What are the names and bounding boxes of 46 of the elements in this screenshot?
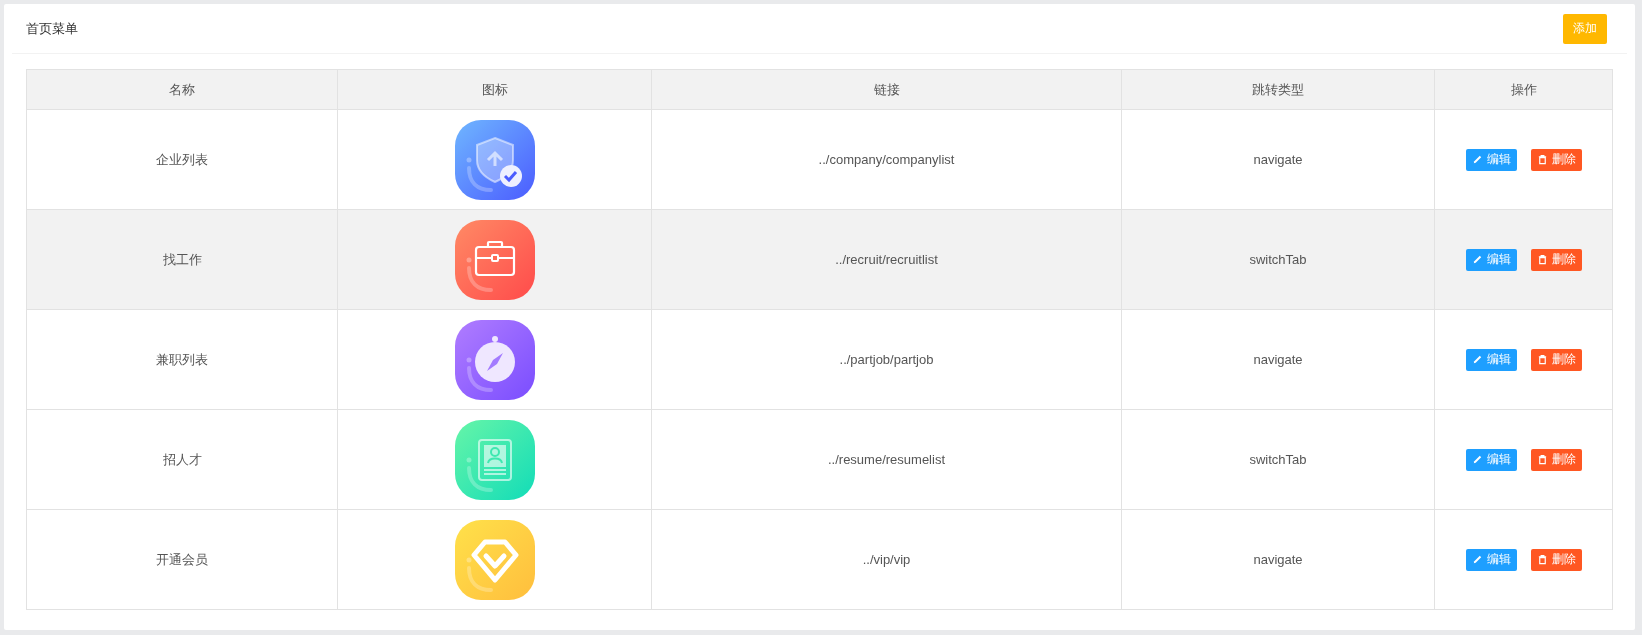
- link-cell: ../company/companylist: [651, 109, 1122, 210]
- type-cell: navigate: [1121, 109, 1435, 210]
- column-header: 操作: [1434, 69, 1613, 110]
- name-cell: 找工作: [26, 209, 338, 310]
- delete-button[interactable]: 删除: [1530, 448, 1582, 471]
- link-cell: ../vip/vip: [651, 509, 1122, 610]
- edit-button[interactable]: 编辑: [1465, 348, 1517, 371]
- trash-icon: [1536, 354, 1548, 365]
- column-header: 链接: [651, 69, 1122, 110]
- link-cell: ../resume/resumelist: [651, 409, 1122, 510]
- name-cell: 开通会员: [26, 509, 338, 610]
- edit-button[interactable]: 编辑: [1465, 448, 1517, 471]
- type-cell: navigate: [1121, 309, 1435, 410]
- delete-button[interactable]: 删除: [1530, 348, 1582, 371]
- column-header: 跳转类型: [1121, 69, 1435, 110]
- profile-card-icon: [454, 419, 535, 500]
- briefcase-icon: [454, 219, 535, 300]
- link-cell: ../partjob/partjob: [651, 309, 1122, 410]
- compass-icon: [454, 319, 535, 400]
- trash-icon: [1536, 254, 1548, 265]
- column-header: 图标: [337, 69, 652, 110]
- edit-button[interactable]: 编辑: [1465, 548, 1517, 571]
- delete-button[interactable]: 删除: [1530, 548, 1582, 571]
- column-header: 名称: [26, 69, 338, 110]
- type-cell: switchTab: [1121, 209, 1435, 310]
- panel-title: 首页菜单: [26, 19, 78, 38]
- type-cell: switchTab: [1121, 409, 1435, 510]
- pencil-icon: [1471, 554, 1483, 565]
- delete-button[interactable]: 删除: [1530, 248, 1582, 271]
- name-cell: 企业列表: [26, 109, 338, 210]
- trash-icon: [1536, 454, 1548, 465]
- name-cell: 兼职列表: [26, 309, 338, 410]
- trash-icon: [1536, 554, 1548, 565]
- add-button[interactable]: 添加: [1563, 13, 1607, 44]
- edit-button[interactable]: 编辑: [1465, 148, 1517, 171]
- trash-icon: [1536, 154, 1548, 165]
- edit-button[interactable]: 编辑: [1465, 248, 1517, 271]
- link-cell: ../recruit/recruitlist: [651, 209, 1122, 310]
- pencil-icon: [1471, 254, 1483, 265]
- pencil-icon: [1471, 454, 1483, 465]
- pencil-icon: [1471, 354, 1483, 365]
- pencil-icon: [1471, 154, 1483, 165]
- name-cell: 招人才: [26, 409, 338, 510]
- delete-button[interactable]: 删除: [1530, 148, 1582, 171]
- type-cell: navigate: [1121, 509, 1435, 610]
- shield-icon: [454, 119, 535, 200]
